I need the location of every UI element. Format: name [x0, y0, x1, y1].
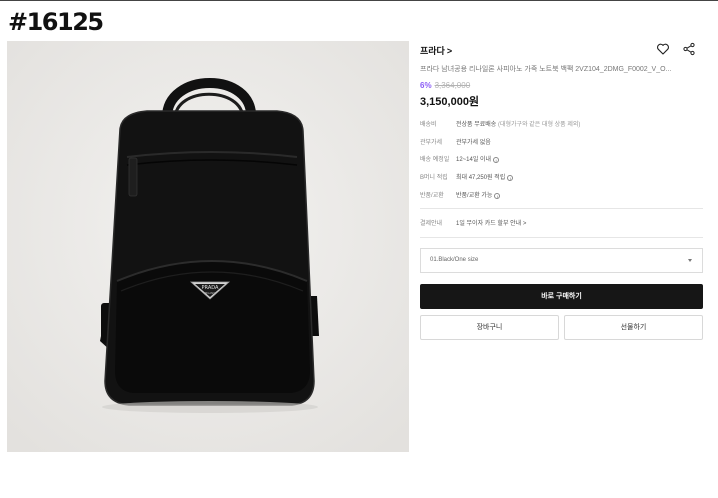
divider: [420, 208, 703, 209]
spec-note: (대형가구와 같은 대형 상품 제외): [497, 122, 581, 128]
product-info: 프라다 > 프라다 남녀공용 리나일론 사피아노 가죽 노트북 백팩 2VZ104…: [420, 42, 703, 340]
spec-label: 배송 예정일: [420, 157, 450, 163]
spec-label: 관부가세: [420, 140, 443, 146]
spec-value: 12~14일 이내: [456, 157, 492, 163]
product-photo[interactable]: PRADA MILANO: [7, 41, 409, 452]
option-selected-value: 01.Black/One size: [430, 257, 479, 263]
spec-value: 전상품 무료배송: [456, 122, 497, 128]
backpack-image: PRADA MILANO: [7, 41, 409, 452]
spec-value: 최대 47,250원 적립: [456, 175, 506, 181]
brand-row: 프라다 >: [420, 42, 703, 60]
brand-label: 프라다: [420, 46, 445, 56]
price-row: 6% 3,364,000: [420, 81, 470, 90]
svg-text:PRADA: PRADA: [202, 285, 219, 291]
divider: [420, 237, 703, 238]
sale-price: 3,150,000원: [420, 96, 480, 108]
chevron-right-icon: >: [446, 46, 453, 56]
spec-label: 배송비: [420, 122, 437, 128]
original-price: 3,364,000: [434, 81, 471, 90]
share-icon[interactable]: [682, 42, 696, 56]
product-title: 프라다 남녀공용 리나일론 사피아노 가죽 노트북 백팩 2VZ104_2DMG…: [420, 66, 672, 73]
gift-button[interactable]: 선물하기: [564, 315, 703, 340]
spec-value: 반품/교환 가능: [456, 193, 493, 199]
info-icon[interactable]: i: [493, 157, 500, 163]
spec-label: B머니 적립: [420, 175, 448, 181]
info-icon[interactable]: i: [494, 193, 501, 199]
heart-icon[interactable]: [656, 42, 670, 56]
buy-now-button[interactable]: 바로 구매하기: [420, 284, 703, 309]
discount-rate: 6%: [420, 81, 432, 90]
spec-label: 반품/교환: [420, 193, 444, 199]
payment-value: 1일 무이자 카드 할부 안내: [456, 221, 522, 227]
info-icon[interactable]: i: [507, 175, 514, 181]
top-border: [0, 0, 718, 1]
chevron-right-icon: >: [522, 221, 527, 227]
caret-down-icon: [688, 259, 692, 262]
payment-label: 결제안내: [420, 221, 443, 227]
brand-link[interactable]: 프라다 >: [420, 44, 452, 57]
svg-text:MILANO: MILANO: [205, 291, 215, 295]
option-select[interactable]: 01.Black/One size: [420, 248, 703, 273]
listing-id: #16125: [8, 8, 104, 36]
cart-button[interactable]: 장바구니: [420, 315, 559, 340]
spec-value: 관부가세 없음: [456, 140, 491, 146]
